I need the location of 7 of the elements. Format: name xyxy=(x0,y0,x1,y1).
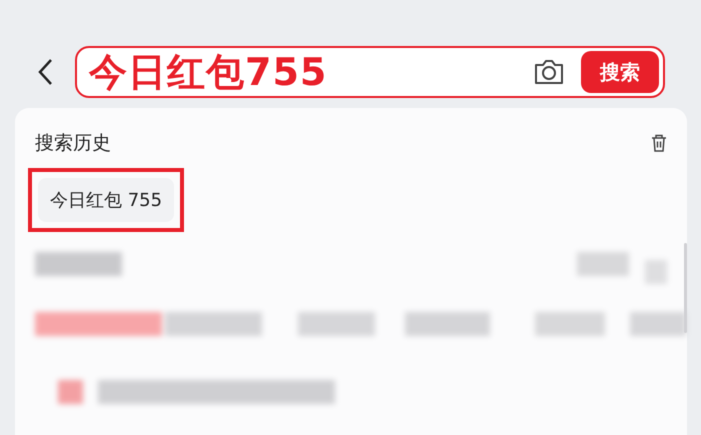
search-field[interactable]: 今日红包755 搜索 xyxy=(75,46,665,98)
trash-icon[interactable] xyxy=(651,134,667,152)
history-chip[interactable]: 今日红包 755 xyxy=(38,178,174,222)
search-button[interactable]: 搜索 xyxy=(581,51,659,93)
section-title: 搜索历史 xyxy=(35,131,111,156)
camera-icon[interactable] xyxy=(533,58,565,86)
back-icon[interactable] xyxy=(37,58,53,86)
